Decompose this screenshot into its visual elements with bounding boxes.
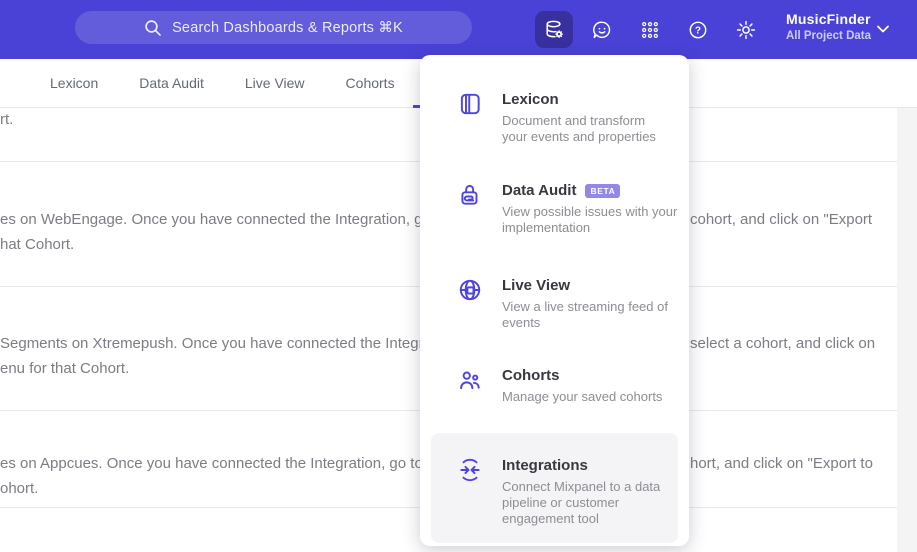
menu-item-description: Connect Mixpanel to a data pipeline or c… — [502, 479, 661, 526]
feedback-smiley-icon — [591, 19, 613, 41]
integrations-sync-icon — [457, 457, 483, 483]
help-icon: ? — [687, 19, 709, 41]
data-audit-lock-icon — [457, 182, 483, 208]
live-view-globe-icon — [457, 277, 483, 303]
settings-button[interactable] — [727, 11, 765, 48]
list-item-text: ohort. — [0, 480, 39, 497]
svg-text:?: ? — [695, 25, 701, 36]
project-scope: All Project Data — [786, 30, 871, 42]
search-placeholder: Search Dashboards & Reports ⌘K — [172, 19, 403, 36]
menu-item-title: Live View — [502, 277, 571, 294]
search-icon — [144, 19, 162, 37]
feedback-button[interactable] — [583, 11, 621, 48]
tab-cohorts[interactable]: Cohorts — [346, 75, 395, 91]
list-item-text: hat Cohort. — [0, 236, 75, 253]
search-input[interactable]: Search Dashboards & Reports ⌘K — [75, 11, 472, 44]
menu-item-title: Cohorts — [502, 367, 560, 384]
menu-item-lexicon[interactable]: Lexicon Document and transform your even… — [431, 77, 678, 159]
menu-item-description: View possible issues with your implement… — [502, 204, 678, 235]
tab-data-audit[interactable]: Data Audit — [139, 75, 204, 91]
menu-item-description: View a live streaming feed of events — [502, 299, 668, 330]
apps-grid-button[interactable] — [631, 11, 669, 48]
list-item-text: Segments on Xtremepush. Once you have co… — [0, 335, 461, 352]
list-item-text: es on WebEngage. Once you have connected… — [0, 211, 473, 228]
list-item-text: select a cohort, and click on — [690, 335, 876, 352]
help-button[interactable]: ? — [679, 11, 717, 48]
project-name: MusicFinder — [786, 11, 871, 27]
tab-live-view[interactable]: Live View — [245, 75, 305, 91]
cohorts-people-icon — [457, 367, 483, 393]
menu-item-live-view[interactable]: Live View View a live streaming feed of … — [431, 263, 678, 345]
database-gear-icon — [543, 18, 566, 41]
list-item-text: es on Appcues. Once you have connected t… — [0, 455, 465, 472]
tab-lexicon[interactable]: Lexicon — [50, 75, 98, 91]
data-management-button[interactable] — [535, 11, 573, 48]
lexicon-book-icon — [457, 91, 483, 117]
apps-grid-icon — [640, 20, 660, 40]
menu-item-title: Lexicon — [502, 91, 559, 108]
top-navigation-bar: Search Dashboards & Reports ⌘K ? MusicFi… — [0, 0, 917, 59]
list-item-text: cohort, and click on "Export — [690, 211, 873, 228]
list-item-text: enu for that Cohort. — [0, 360, 130, 377]
list-item-text: rt. — [0, 111, 14, 128]
data-management-dropdown: Lexicon Document and transform your even… — [420, 55, 689, 546]
menu-item-data-audit[interactable]: Data Audit BETA View possible issues wit… — [431, 168, 678, 250]
menu-item-title: Integrations — [502, 457, 588, 474]
project-selector[interactable]: MusicFinder All Project Data — [786, 11, 871, 42]
menu-item-description: Document and transform your events and p… — [502, 113, 656, 144]
settings-gear-icon — [735, 19, 757, 41]
list-item-text: hort, and click on "Export to — [690, 455, 873, 472]
menu-item-integrations[interactable]: Integrations Connect Mixpanel to a data … — [431, 433, 678, 543]
right-gutter — [897, 108, 917, 552]
menu-item-cohorts[interactable]: Cohorts Manage your saved cohorts — [431, 353, 678, 419]
menu-item-description: Manage your saved cohorts — [502, 389, 663, 404]
menu-item-title: Data Audit — [502, 182, 577, 199]
beta-badge: BETA — [585, 184, 621, 198]
chevron-down-icon[interactable] — [876, 24, 890, 34]
